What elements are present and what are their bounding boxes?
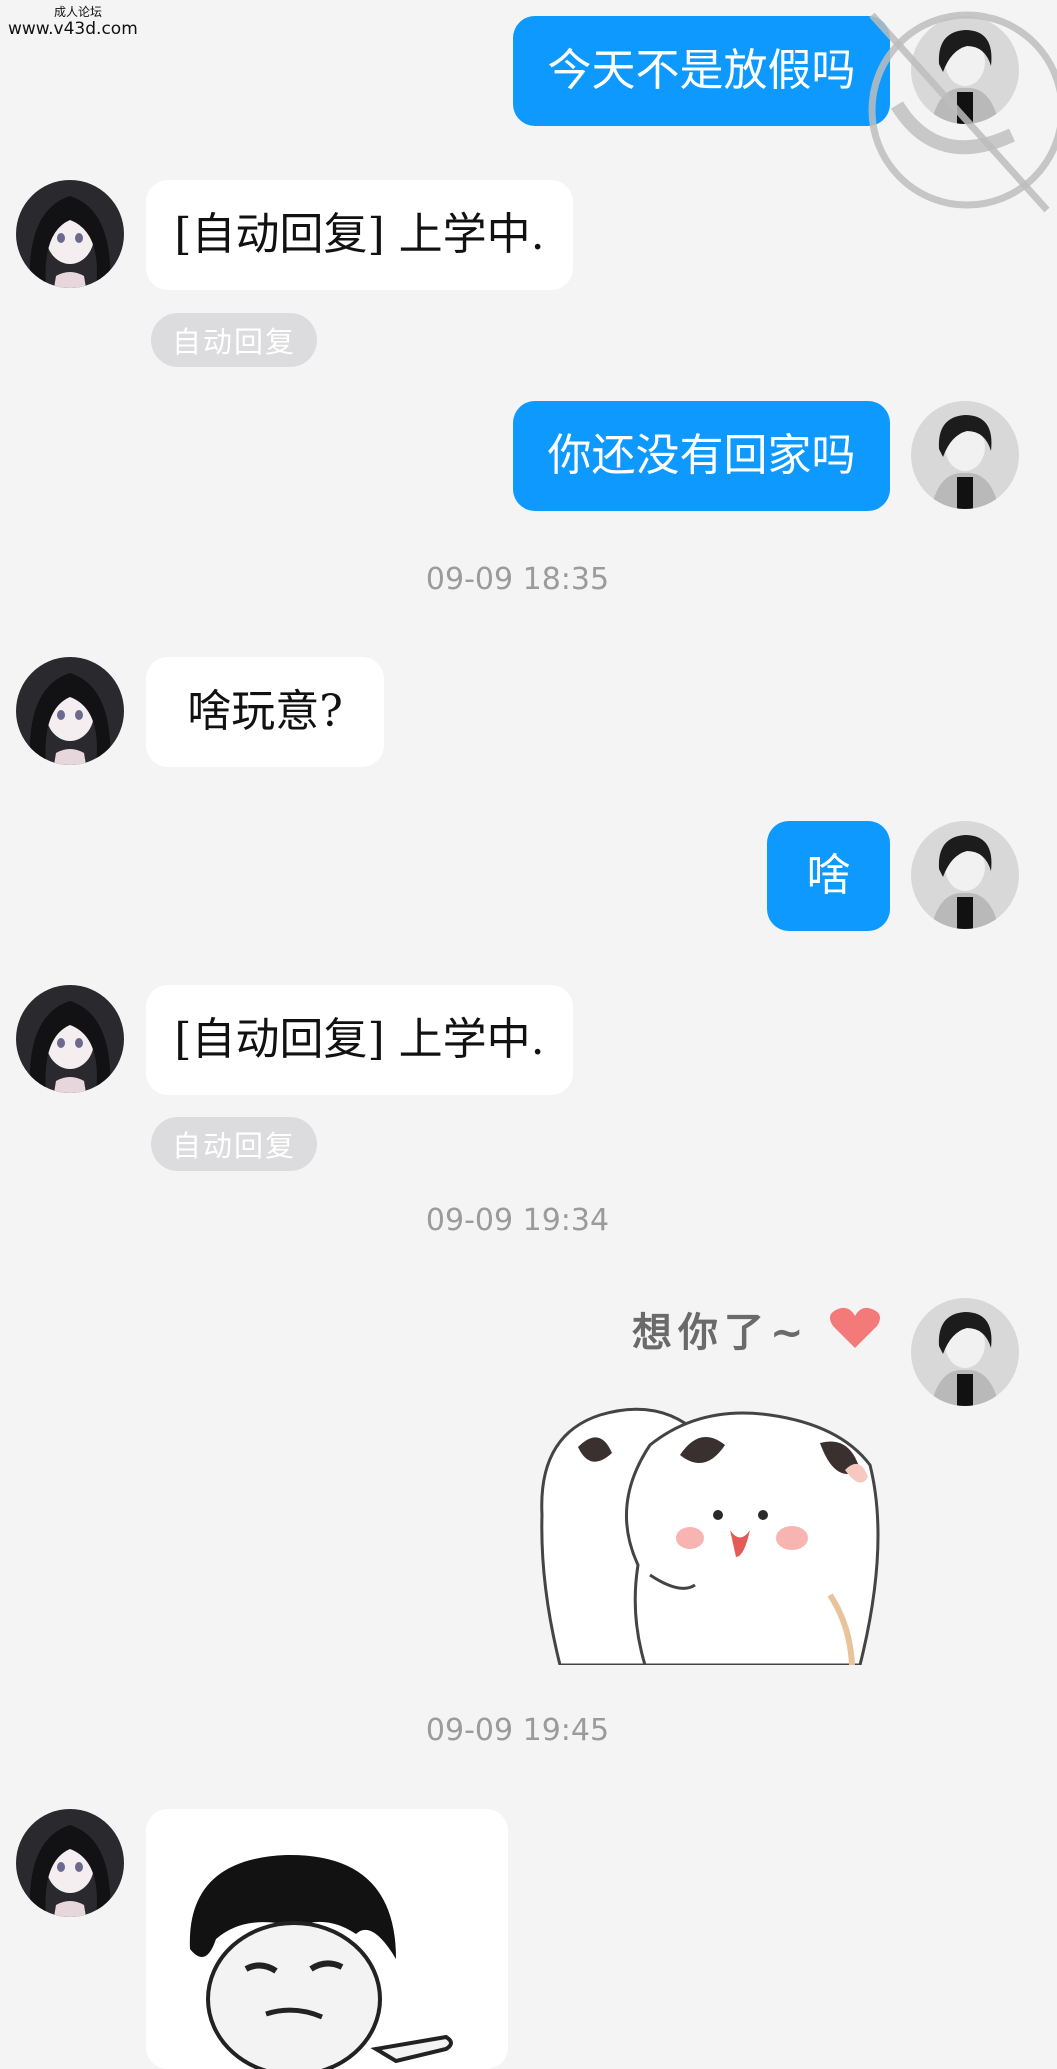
message-text: 你还没有回家吗 (547, 430, 856, 481)
message-bubble-outgoing[interactable]: 啥 (767, 821, 890, 931)
site-watermark: 成人论坛 www.v43d.com (8, 5, 148, 39)
watermark-line1: 成人论坛 (53, 5, 102, 19)
auto-reply-tag-label: 自动回复 (171, 1129, 296, 1163)
auto-reply-tag: 自动回复 (151, 313, 317, 367)
contact-avatar[interactable] (16, 657, 124, 765)
auto-reply-tag: 自动回复 (151, 1117, 317, 1171)
my-avatar[interactable] (911, 821, 1019, 929)
watermark-url: www.v43d.com (8, 18, 138, 39)
sticker-caption: 想你了~ (632, 1310, 810, 1356)
contact-avatar[interactable] (16, 985, 124, 1093)
message-text: 啥 (806, 850, 851, 901)
contact-avatar[interactable] (16, 1809, 124, 1917)
my-avatar[interactable] (911, 401, 1019, 509)
message-bubble-outgoing[interactable]: 你还没有回家吗 (513, 401, 890, 511)
sticker-image (540, 1407, 880, 1665)
meme-sticker-message[interactable] (146, 1809, 508, 2069)
message-text: [自动回复] 上学中. (174, 209, 545, 260)
timestamp: 09-09 18:35 (425, 562, 610, 597)
message-bubble-incoming[interactable]: [自动回复] 上学中. (146, 180, 573, 290)
my-avatar[interactable] (911, 16, 1019, 124)
contact-avatar[interactable] (16, 180, 124, 288)
auto-reply-tag-label: 自动回复 (171, 325, 296, 359)
message-bubble-incoming[interactable]: 啥玩意? (146, 657, 384, 767)
timestamp: 09-09 19:45 (425, 1713, 610, 1748)
message-text: 啥玩意? (187, 686, 343, 737)
message-bubble-incoming[interactable]: [自动回复] 上学中. (146, 985, 573, 1095)
my-avatar[interactable] (911, 1298, 1019, 1406)
message-text: [自动回复] 上学中. (174, 1014, 545, 1065)
timestamp: 09-09 19:34 (425, 1203, 610, 1238)
heart-icon (829, 1307, 881, 1348)
message-bubble-outgoing[interactable]: 今天不是放假吗 (513, 16, 890, 126)
meme-sticker-image (146, 1809, 508, 2069)
message-text: 今天不是放假吗 (547, 45, 856, 96)
